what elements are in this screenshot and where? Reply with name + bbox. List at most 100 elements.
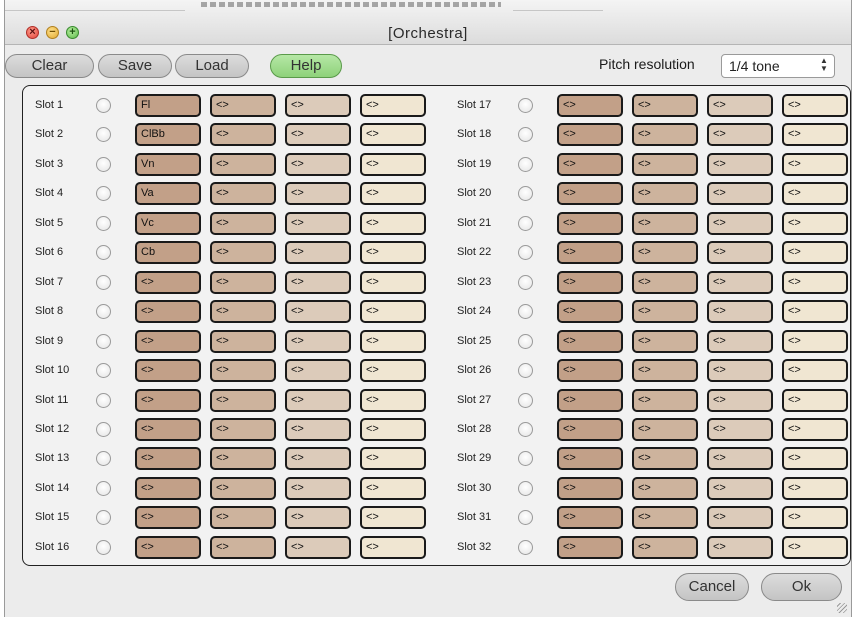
slot-instrument-field[interactable]: <> [360, 152, 426, 176]
slot-radio-button[interactable] [96, 539, 111, 555]
slot-radio-button[interactable] [518, 186, 533, 202]
slot-radio-button[interactable] [518, 539, 533, 555]
slot-instrument-field[interactable]: Fl [135, 94, 201, 117]
slot-instrument-field[interactable]: <> [707, 417, 773, 441]
slot-instrument-field[interactable]: <> [557, 241, 623, 265]
slot-instrument-field[interactable]: <> [210, 388, 276, 412]
slot-radio-button[interactable] [518, 363, 533, 379]
slot-instrument-field[interactable]: <> [285, 476, 351, 500]
slot-instrument-field[interactable]: <> [210, 211, 276, 235]
slot-instrument-field[interactable]: <> [210, 300, 276, 324]
slot-radio-button[interactable] [96, 510, 111, 526]
help-button[interactable]: Help [270, 54, 342, 78]
slot-instrument-field[interactable]: <> [707, 447, 773, 471]
slot-instrument-field[interactable]: <> [360, 535, 426, 559]
slot-instrument-field[interactable]: <> [285, 359, 351, 383]
slot-instrument-field[interactable]: <> [707, 270, 773, 294]
cancel-button[interactable]: Cancel [675, 573, 749, 601]
slot-instrument-field[interactable]: <> [782, 270, 848, 294]
slot-instrument-field[interactable]: <> [135, 329, 201, 353]
slot-instrument-field[interactable]: <> [210, 241, 276, 265]
slot-radio-button[interactable] [518, 392, 533, 408]
slot-instrument-field[interactable]: <> [360, 388, 426, 412]
slot-instrument-field[interactable]: <> [632, 300, 698, 324]
slot-instrument-field[interactable]: <> [360, 476, 426, 500]
slot-radio-button[interactable] [518, 98, 533, 113]
pitch-resolution-select[interactable]: 1/4 tone ▲ ▼ [721, 54, 835, 78]
slot-radio-button[interactable] [96, 363, 111, 379]
slot-instrument-field[interactable]: <> [557, 329, 623, 353]
slot-instrument-field[interactable]: <> [632, 535, 698, 559]
slot-radio-button[interactable] [96, 304, 111, 320]
slot-instrument-field[interactable]: <> [782, 94, 848, 117]
slot-instrument-field[interactable]: <> [707, 388, 773, 412]
slot-instrument-field[interactable]: <> [210, 152, 276, 176]
slot-instrument-field[interactable]: ClBb [135, 123, 201, 147]
slot-instrument-field[interactable]: <> [557, 123, 623, 147]
slot-instrument-field[interactable]: <> [210, 506, 276, 530]
slot-instrument-field[interactable]: <> [210, 123, 276, 147]
slot-radio-button[interactable] [96, 333, 111, 349]
slot-instrument-field[interactable]: <> [210, 270, 276, 294]
slot-radio-button[interactable] [96, 392, 111, 408]
slot-instrument-field[interactable]: <> [135, 270, 201, 294]
slot-instrument-field[interactable]: <> [557, 476, 623, 500]
slot-instrument-field[interactable]: <> [632, 152, 698, 176]
slot-radio-button[interactable] [96, 245, 111, 261]
slot-instrument-field[interactable]: <> [285, 447, 351, 471]
slot-radio-button[interactable] [518, 156, 533, 172]
slot-instrument-field[interactable]: <> [285, 417, 351, 441]
slot-instrument-field[interactable]: <> [557, 535, 623, 559]
slot-instrument-field[interactable]: <> [707, 94, 773, 117]
slot-instrument-field[interactable]: <> [360, 211, 426, 235]
slot-instrument-field[interactable]: <> [210, 417, 276, 441]
slot-instrument-field[interactable]: <> [707, 300, 773, 324]
slot-instrument-field[interactable]: <> [782, 417, 848, 441]
slot-instrument-field[interactable]: <> [557, 182, 623, 206]
slot-instrument-field[interactable]: <> [707, 506, 773, 530]
slot-instrument-field[interactable]: <> [782, 476, 848, 500]
slot-instrument-field[interactable]: <> [557, 506, 623, 530]
slot-instrument-field[interactable]: <> [557, 94, 623, 117]
slot-instrument-field[interactable]: <> [210, 535, 276, 559]
slot-instrument-field[interactable]: <> [285, 535, 351, 559]
slot-instrument-field[interactable]: <> [782, 359, 848, 383]
slot-instrument-field[interactable]: <> [135, 300, 201, 324]
slot-instrument-field[interactable]: <> [782, 182, 848, 206]
slot-instrument-field[interactable]: <> [632, 182, 698, 206]
slot-radio-button[interactable] [518, 480, 533, 496]
slot-radio-button[interactable] [518, 510, 533, 526]
slot-instrument-field[interactable]: <> [210, 329, 276, 353]
slot-instrument-field[interactable]: <> [707, 329, 773, 353]
slot-instrument-field[interactable]: <> [632, 123, 698, 147]
slot-radio-button[interactable] [518, 304, 533, 320]
slot-instrument-field[interactable]: <> [210, 94, 276, 117]
slot-instrument-field[interactable]: <> [285, 300, 351, 324]
slot-instrument-field[interactable]: Va [135, 182, 201, 206]
slot-instrument-field[interactable]: <> [285, 123, 351, 147]
slot-instrument-field[interactable]: <> [632, 241, 698, 265]
slot-instrument-field[interactable]: <> [360, 359, 426, 383]
slot-instrument-field[interactable]: <> [135, 447, 201, 471]
slot-instrument-field[interactable]: <> [210, 476, 276, 500]
slot-instrument-field[interactable]: <> [632, 506, 698, 530]
slot-radio-button[interactable] [96, 421, 111, 437]
slot-instrument-field[interactable]: <> [285, 152, 351, 176]
slot-instrument-field[interactable]: <> [782, 535, 848, 559]
slot-radio-button[interactable] [96, 451, 111, 467]
slot-instrument-field[interactable]: <> [707, 241, 773, 265]
slot-instrument-field[interactable]: Cb [135, 241, 201, 265]
slot-instrument-field[interactable]: <> [782, 388, 848, 412]
slot-instrument-field[interactable]: <> [632, 270, 698, 294]
slot-instrument-field[interactable]: <> [210, 447, 276, 471]
resize-grip-icon[interactable] [837, 603, 847, 613]
slot-instrument-field[interactable]: <> [285, 241, 351, 265]
slot-instrument-field[interactable]: <> [632, 94, 698, 117]
slot-instrument-field[interactable]: <> [210, 359, 276, 383]
slot-radio-button[interactable] [96, 186, 111, 202]
slot-instrument-field[interactable]: <> [782, 123, 848, 147]
slot-instrument-field[interactable]: <> [707, 359, 773, 383]
slot-instrument-field[interactable]: <> [557, 447, 623, 471]
slot-radio-button[interactable] [96, 480, 111, 496]
slot-instrument-field[interactable]: <> [782, 211, 848, 235]
